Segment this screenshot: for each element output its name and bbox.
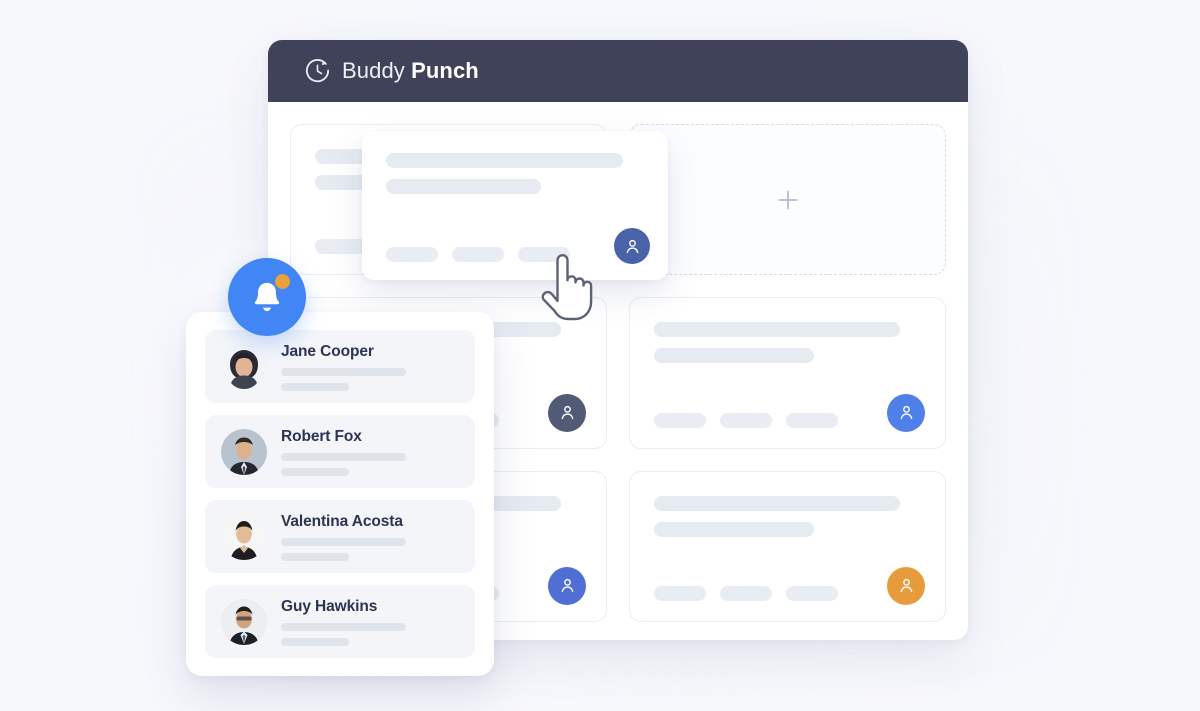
notification-row-text: Jane Cooper [281, 343, 459, 391]
card-avatar-badge[interactable] [887, 566, 925, 605]
user-icon [561, 406, 573, 420]
skeleton-line [281, 367, 406, 376]
skeleton-line [654, 521, 815, 537]
card-chips [386, 247, 644, 262]
notification-row[interactable]: Guy Hawkins [205, 585, 475, 658]
pointing-hand-cursor [541, 254, 593, 321]
avatar-robert-fox [221, 428, 267, 475]
person-name: Robert Fox [281, 427, 362, 445]
avatar-jane-cooper [221, 343, 267, 390]
avatar [221, 428, 267, 475]
skeleton-line [654, 495, 900, 511]
notification-row[interactable]: Jane Cooper [205, 330, 475, 403]
person-name: Valentina Acosta [281, 512, 403, 530]
skeleton-line [386, 179, 541, 194]
avatar-guy-hawkins [221, 598, 267, 645]
skeleton-line [654, 322, 900, 338]
person-name: Jane Cooper [281, 342, 374, 360]
add-card-placeholder[interactable] [629, 124, 946, 276]
plus-icon [777, 190, 798, 210]
brand-name: Buddy Punch [342, 58, 479, 84]
person-name: Guy Hawkins [281, 597, 378, 615]
user-icon [561, 579, 573, 593]
skeleton-line [281, 552, 349, 561]
user-icon [900, 579, 912, 593]
clock-refresh-icon [305, 58, 330, 82]
card-chip [720, 585, 772, 601]
card-skeleton-lines [386, 153, 644, 194]
card-avatar-badge[interactable] [614, 228, 650, 264]
card-skeleton-lines [654, 495, 921, 537]
user-icon [626, 239, 638, 253]
card-skeleton-lines [654, 322, 921, 364]
brand-name-bold: Punch [411, 58, 479, 83]
app-titlebar: Buddy Punch [268, 40, 968, 102]
skeleton-line [281, 467, 349, 476]
notification-row-text: Valentina Acosta [281, 513, 459, 561]
skeleton-line [281, 637, 349, 646]
card-chips [654, 412, 921, 428]
notification-row-text: Robert Fox [281, 428, 459, 476]
card-chip [654, 585, 706, 601]
notification-row-text: Guy Hawkins [281, 598, 459, 646]
card-chip [786, 585, 838, 601]
card-chip [315, 239, 367, 255]
avatar [221, 343, 267, 390]
brand-logo[interactable]: Buddy Punch [302, 56, 479, 87]
notification-bell-button[interactable] [228, 258, 306, 336]
card-chip [386, 247, 438, 262]
card-avatar-badge[interactable] [548, 566, 586, 605]
floating-detail-card[interactable] [362, 131, 668, 280]
card-chips [654, 585, 921, 601]
skeleton-line [281, 382, 349, 391]
card-avatar-badge[interactable] [548, 393, 586, 432]
card-chip [786, 412, 838, 428]
unread-badge-dot [275, 274, 290, 289]
card-chip [654, 412, 706, 428]
dashboard-card[interactable] [629, 470, 946, 622]
skeleton-line [281, 452, 406, 461]
avatar [221, 598, 267, 645]
avatar [221, 513, 267, 560]
skeleton-line [281, 622, 406, 631]
user-icon [900, 406, 912, 420]
brand-name-light: Buddy [342, 58, 405, 83]
card-chip [452, 247, 504, 262]
notification-row[interactable]: Valentina Acosta [205, 500, 475, 573]
notification-row[interactable]: Robert Fox [205, 415, 475, 488]
avatar-valentina-acosta [221, 513, 267, 560]
card-chip [720, 412, 772, 428]
skeleton-line [654, 348, 815, 364]
illustration-stage: Buddy Punch Jane Cooper Robert Fox Valen… [0, 0, 1200, 711]
notification-panel: Jane Cooper Robert Fox Valentina Acosta … [186, 312, 494, 676]
dashboard-card[interactable] [629, 297, 946, 449]
card-avatar-badge[interactable] [887, 393, 925, 432]
skeleton-line [281, 537, 406, 546]
skeleton-line [386, 153, 624, 168]
